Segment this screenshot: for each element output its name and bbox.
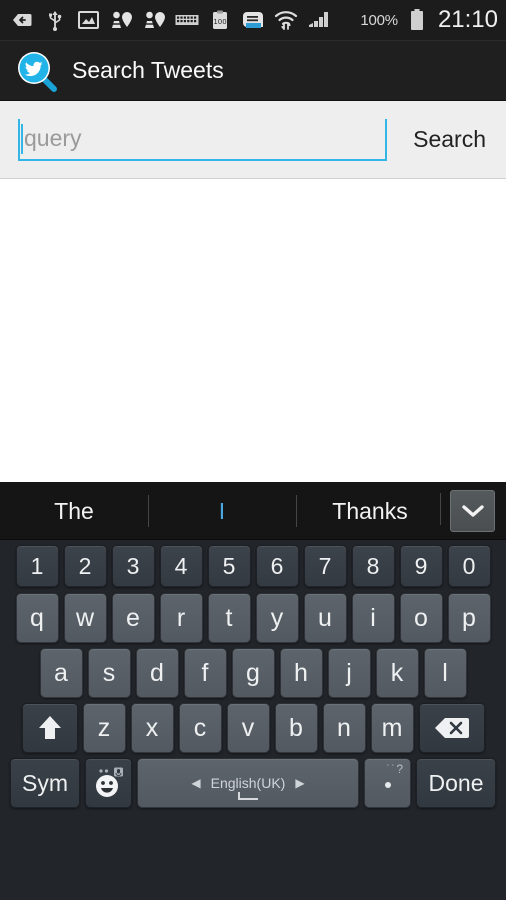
page-title: Search Tweets: [72, 57, 224, 83]
key-d[interactable]: d: [135, 648, 179, 698]
key-w[interactable]: w: [63, 593, 107, 643]
key-s[interactable]: s: [87, 648, 131, 698]
soft-keyboard: The I Thanks 1 2 3 4 5 6 7 8 9 0 q w e r…: [0, 482, 506, 900]
person-pin-icon-2: [142, 8, 166, 32]
key-r[interactable]: r: [159, 593, 203, 643]
search-button[interactable]: Search: [409, 120, 490, 159]
key-b[interactable]: b: [274, 703, 318, 753]
prev-language-arrow[interactable]: ◀: [191, 776, 200, 790]
key-x[interactable]: x: [130, 703, 174, 753]
key-y[interactable]: y: [255, 593, 299, 643]
search-input-inner[interactable]: query: [20, 119, 385, 159]
space-underline-mark: [238, 792, 258, 800]
key-h[interactable]: h: [279, 648, 323, 698]
space-key[interactable]: ◀ English(UK) ▶: [137, 758, 359, 808]
search-input[interactable]: query: [18, 116, 388, 164]
key-z[interactable]: z: [82, 703, 126, 753]
suggestion-item-0[interactable]: The: [0, 482, 148, 540]
key-p[interactable]: p: [447, 593, 491, 643]
key-q[interactable]: q: [15, 593, 59, 643]
status-bar-icons: 100: [10, 8, 360, 32]
key-6[interactable]: 6: [255, 545, 299, 587]
done-key[interactable]: Done: [416, 758, 496, 808]
clock: 21:10: [437, 6, 498, 33]
suggestion-bar: The I Thanks: [0, 482, 506, 540]
key-8[interactable]: 8: [351, 545, 395, 587]
key-n[interactable]: n: [322, 703, 366, 753]
keyboard-row-home: a s d f g h j k l: [3, 648, 503, 698]
suggestion-item-1[interactable]: I: [148, 482, 296, 540]
keyboard-icon: [175, 8, 199, 32]
key-a[interactable]: a: [39, 648, 83, 698]
key-f[interactable]: f: [183, 648, 227, 698]
key-3[interactable]: 3: [111, 545, 155, 587]
period-dot-icon: [384, 782, 391, 788]
signal-bars-icon: [307, 8, 331, 32]
person-pin-icon-1: [109, 8, 133, 32]
phone-screen: 100 100% 21:10 Search Tweets query Searc…: [0, 0, 506, 900]
keyboard-bottom-spacer: [3, 812, 503, 824]
key-o[interactable]: o: [399, 593, 443, 643]
space-language-text: English(UK): [210, 775, 286, 791]
key-e[interactable]: e: [111, 593, 155, 643]
sym-key[interactable]: Sym: [10, 758, 80, 808]
keyboard-row-top: q w e r t y u i o p: [3, 593, 503, 643]
keyboard-row-bottom: z x c v b n m: [3, 703, 503, 753]
key-j[interactable]: j: [327, 648, 371, 698]
twitter-search-icon: [14, 48, 60, 94]
status-bar-right: 100% 21:10: [360, 8, 498, 32]
key-k[interactable]: k: [375, 648, 419, 698]
text-cursor: [21, 123, 23, 154]
key-1[interactable]: 1: [15, 545, 59, 587]
shift-icon[interactable]: [21, 703, 78, 753]
next-language-arrow[interactable]: ▶: [295, 776, 304, 790]
svg-text:100: 100: [213, 18, 226, 26]
chevron-down-icon[interactable]: [440, 489, 495, 532]
keyboard-row-numbers: 1 2 3 4 5 6 7 8 9 0: [3, 545, 503, 587]
keyboard-row-function: Sym ◀ English(UK) ▶ ˙˙? Done: [3, 758, 503, 808]
news-document-icon: [241, 8, 265, 32]
status-bar: 100 100% 21:10: [0, 0, 506, 41]
key-9[interactable]: 9: [399, 545, 443, 587]
screenshot-image-icon: [76, 8, 100, 32]
key-4[interactable]: 4: [159, 545, 203, 587]
key-7[interactable]: 7: [303, 545, 347, 587]
space-language-label: ◀ English(UK) ▶: [191, 775, 304, 791]
emoji-icon[interactable]: [85, 758, 132, 808]
wifi-transfer-icon: [274, 8, 298, 32]
battery-icon: [405, 8, 429, 32]
search-row: query Search: [0, 101, 506, 179]
download-tag-icon: [10, 8, 34, 32]
key-2[interactable]: 2: [63, 545, 107, 587]
key-g[interactable]: g: [231, 648, 275, 698]
key-rows: 1 2 3 4 5 6 7 8 9 0 q w e r t y u i o p …: [0, 540, 506, 827]
key-c[interactable]: c: [178, 703, 222, 753]
key-0[interactable]: 0: [447, 545, 491, 587]
period-hint-label: ˙˙?: [386, 762, 404, 776]
key-t[interactable]: t: [207, 593, 251, 643]
results-area: [0, 179, 506, 482]
search-input-box[interactable]: query: [18, 118, 388, 161]
usb-icon: [43, 8, 67, 32]
search-placeholder: query: [24, 125, 82, 151]
key-i[interactable]: i: [351, 593, 395, 643]
clipboard-100-icon: 100: [208, 8, 232, 32]
key-u[interactable]: u: [303, 593, 347, 643]
key-l[interactable]: l: [423, 648, 467, 698]
backspace-icon[interactable]: [418, 703, 485, 753]
key-m[interactable]: m: [370, 703, 414, 753]
battery-percent: 100%: [360, 11, 398, 29]
action-bar: Search Tweets: [0, 41, 506, 101]
suggestion-item-2[interactable]: Thanks: [296, 482, 444, 540]
period-key[interactable]: ˙˙?: [364, 758, 411, 808]
key-5[interactable]: 5: [207, 545, 251, 587]
key-v[interactable]: v: [226, 703, 270, 753]
